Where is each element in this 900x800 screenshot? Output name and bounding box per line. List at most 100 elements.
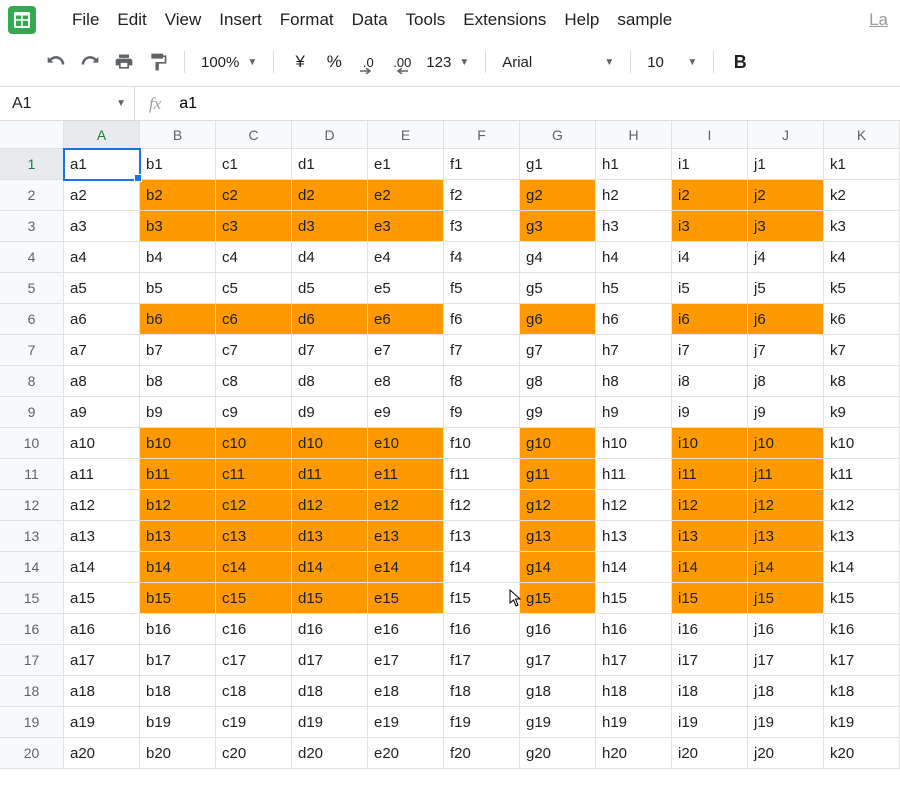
cell[interactable]: i11: [672, 459, 748, 490]
cell[interactable]: h17: [596, 645, 672, 676]
column-header[interactable]: I: [672, 121, 748, 149]
cell[interactable]: a9: [64, 397, 140, 428]
cell[interactable]: e14: [368, 552, 444, 583]
row-header[interactable]: 1: [0, 149, 64, 180]
menu-format[interactable]: Format: [280, 10, 334, 30]
cell[interactable]: h19: [596, 707, 672, 738]
print-button[interactable]: [110, 48, 138, 76]
cell[interactable]: j18: [748, 676, 824, 707]
cell[interactable]: k17: [824, 645, 900, 676]
cell[interactable]: h9: [596, 397, 672, 428]
cell[interactable]: i3: [672, 211, 748, 242]
cell[interactable]: c12: [216, 490, 292, 521]
cell[interactable]: d10: [292, 428, 368, 459]
cell[interactable]: b11: [140, 459, 216, 490]
menu-insert[interactable]: Insert: [219, 10, 262, 30]
cell[interactable]: a4: [64, 242, 140, 273]
cell[interactable]: k8: [824, 366, 900, 397]
row-header[interactable]: 14: [0, 552, 64, 583]
cell[interactable]: k4: [824, 242, 900, 273]
column-header[interactable]: A: [64, 121, 140, 149]
row-header[interactable]: 8: [0, 366, 64, 397]
cell[interactable]: e16: [368, 614, 444, 645]
cell[interactable]: i4: [672, 242, 748, 273]
cell[interactable]: h13: [596, 521, 672, 552]
cell[interactable]: j9: [748, 397, 824, 428]
cell[interactable]: a7: [64, 335, 140, 366]
cell[interactable]: a6: [64, 304, 140, 335]
cell[interactable]: d6: [292, 304, 368, 335]
select-all-corner[interactable]: [0, 121, 64, 149]
menu-tools[interactable]: Tools: [406, 10, 446, 30]
cell[interactable]: c15: [216, 583, 292, 614]
cell[interactable]: h11: [596, 459, 672, 490]
cell[interactable]: d14: [292, 552, 368, 583]
cell[interactable]: e1: [368, 149, 444, 180]
cell[interactable]: g14: [520, 552, 596, 583]
row-header[interactable]: 19: [0, 707, 64, 738]
increase-decimal-button[interactable]: .00: [388, 48, 416, 76]
redo-button[interactable]: [76, 48, 104, 76]
cell[interactable]: g4: [520, 242, 596, 273]
paint-format-button[interactable]: [144, 48, 172, 76]
cell[interactable]: j3: [748, 211, 824, 242]
cell[interactable]: e3: [368, 211, 444, 242]
cell[interactable]: j13: [748, 521, 824, 552]
cell[interactable]: a11: [64, 459, 140, 490]
cell[interactable]: a13: [64, 521, 140, 552]
cell[interactable]: h8: [596, 366, 672, 397]
cell[interactable]: f19: [444, 707, 520, 738]
cell[interactable]: b13: [140, 521, 216, 552]
row-header[interactable]: 12: [0, 490, 64, 521]
cell[interactable]: d11: [292, 459, 368, 490]
cell[interactable]: d7: [292, 335, 368, 366]
currency-button[interactable]: ¥: [286, 48, 314, 76]
row-header[interactable]: 15: [0, 583, 64, 614]
column-header[interactable]: H: [596, 121, 672, 149]
cell[interactable]: i13: [672, 521, 748, 552]
cell[interactable]: d13: [292, 521, 368, 552]
cell[interactable]: f7: [444, 335, 520, 366]
cell[interactable]: h15: [596, 583, 672, 614]
cell[interactable]: e6: [368, 304, 444, 335]
last-edit-link[interactable]: La: [869, 10, 888, 30]
cell[interactable]: f20: [444, 738, 520, 769]
cell[interactable]: k7: [824, 335, 900, 366]
cell[interactable]: h6: [596, 304, 672, 335]
cell[interactable]: f16: [444, 614, 520, 645]
cell[interactable]: j16: [748, 614, 824, 645]
cell[interactable]: g3: [520, 211, 596, 242]
cell[interactable]: d9: [292, 397, 368, 428]
cell[interactable]: g8: [520, 366, 596, 397]
column-header[interactable]: K: [824, 121, 900, 149]
cell[interactable]: k19: [824, 707, 900, 738]
cell[interactable]: e5: [368, 273, 444, 304]
menu-data[interactable]: Data: [352, 10, 388, 30]
cell[interactable]: g17: [520, 645, 596, 676]
cell[interactable]: d2: [292, 180, 368, 211]
cell[interactable]: f1: [444, 149, 520, 180]
cell[interactable]: c10: [216, 428, 292, 459]
row-header[interactable]: 11: [0, 459, 64, 490]
cell[interactable]: d5: [292, 273, 368, 304]
cell[interactable]: b5: [140, 273, 216, 304]
cell[interactable]: k9: [824, 397, 900, 428]
cell[interactable]: j17: [748, 645, 824, 676]
row-header[interactable]: 2: [0, 180, 64, 211]
cell[interactable]: b8: [140, 366, 216, 397]
column-header[interactable]: F: [444, 121, 520, 149]
cell[interactable]: k3: [824, 211, 900, 242]
undo-button[interactable]: [42, 48, 70, 76]
cell[interactable]: i20: [672, 738, 748, 769]
cell[interactable]: e12: [368, 490, 444, 521]
cell[interactable]: c7: [216, 335, 292, 366]
cell[interactable]: b15: [140, 583, 216, 614]
cell[interactable]: e18: [368, 676, 444, 707]
cell[interactable]: a1: [64, 149, 140, 180]
cell[interactable]: k11: [824, 459, 900, 490]
cell[interactable]: d17: [292, 645, 368, 676]
cell[interactable]: a16: [64, 614, 140, 645]
cell[interactable]: b12: [140, 490, 216, 521]
cell[interactable]: c18: [216, 676, 292, 707]
font-dropdown[interactable]: Arial ▼: [498, 54, 618, 71]
